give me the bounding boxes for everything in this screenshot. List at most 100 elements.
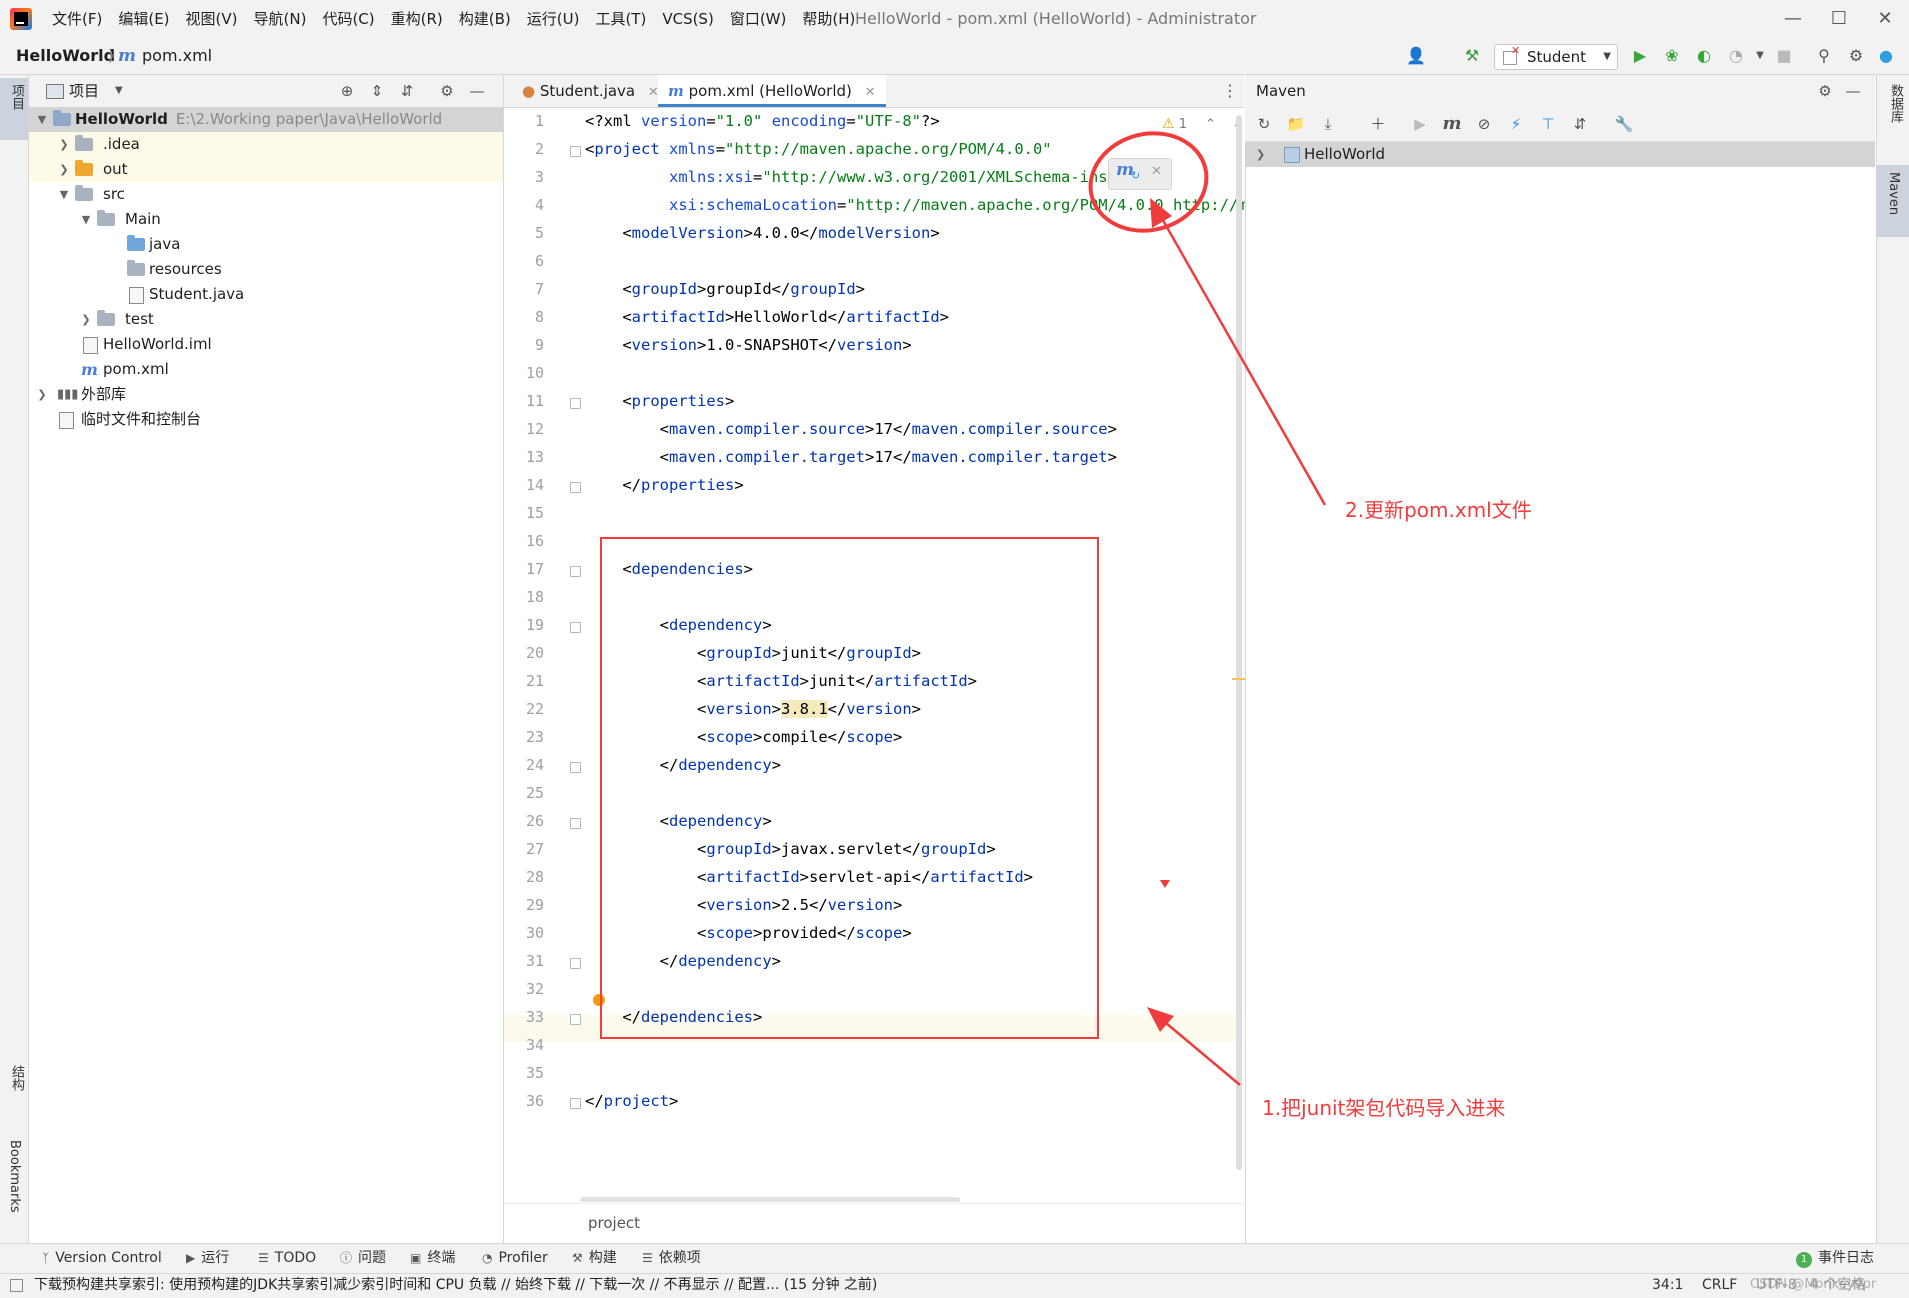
- fold-marker-icon[interactable]: [570, 398, 581, 409]
- gear-icon[interactable]: ⚙: [435, 79, 459, 103]
- tree-item-out[interactable]: ❯ out: [29, 157, 503, 182]
- jetbrains-toolbox-icon[interactable]: ●: [1874, 44, 1898, 68]
- editor-breadcrumb-project[interactable]: project: [588, 1214, 640, 1232]
- user-icon[interactable]: 👤: [1404, 44, 1428, 68]
- more-run-chevron-icon[interactable]: ▼: [1748, 44, 1772, 68]
- menu-run[interactable]: 运行(U): [519, 0, 588, 38]
- toggle-offline-icon[interactable]: ⊘: [1472, 112, 1496, 136]
- build-hammer-icon[interactable]: ⚒: [1460, 44, 1484, 68]
- profile-icon[interactable]: ◔: [1724, 44, 1748, 68]
- execute-maven-goal-icon[interactable]: m: [1440, 112, 1464, 136]
- breadcrumb-project[interactable]: HelloWorld: [16, 38, 115, 74]
- menu-tools[interactable]: 工具(T): [587, 0, 654, 38]
- status-message[interactable]: 下载预构建共享索引: 使用预构建的JDK共享索引减少索引时间和 CPU 负载 /…: [34, 1273, 877, 1297]
- fold-marker-icon[interactable]: [570, 1014, 581, 1025]
- menu-view[interactable]: 视图(V): [178, 0, 246, 38]
- menu-code[interactable]: 代码(C): [314, 0, 382, 38]
- expand-all-icon[interactable]: ⇕: [365, 79, 389, 103]
- gear-icon[interactable]: ⚙: [1813, 79, 1837, 103]
- bookmarks-tool-label[interactable]: Bookmarks: [7, 1140, 22, 1213]
- close-icon[interactable]: ✕: [865, 85, 876, 100]
- run-icon[interactable]: ▶: [1408, 112, 1432, 136]
- caret-position[interactable]: 34:1: [1652, 1273, 1683, 1297]
- menu-vcs[interactable]: VCS(S): [654, 0, 721, 38]
- chevron-up-icon[interactable]: ⌃: [1205, 117, 1216, 132]
- fold-marker-icon[interactable]: [570, 762, 581, 773]
- tree-item-pom[interactable]: m pom.xml: [29, 357, 503, 382]
- wrench-icon[interactable]: 🔧: [1612, 112, 1636, 136]
- hide-panel-icon[interactable]: —: [1841, 79, 1865, 103]
- run-configuration-select[interactable]: ✕ Student ▼: [1494, 44, 1618, 70]
- project-view-title[interactable]: 项目: [69, 75, 99, 107]
- fold-marker-icon[interactable]: [570, 566, 581, 577]
- editor-vertical-scrollbar[interactable]: [1236, 115, 1242, 1170]
- coverage-icon[interactable]: ◐: [1692, 44, 1716, 68]
- tree-item-resources[interactable]: resources: [29, 257, 503, 282]
- maven-tool-label[interactable]: Maven: [1886, 172, 1901, 215]
- terminal-tool[interactable]: ▣ 终端: [410, 1243, 455, 1273]
- menu-build[interactable]: 构建(B): [451, 0, 519, 38]
- chevron-right-icon[interactable]: ❯: [1256, 142, 1265, 167]
- tree-item-test[interactable]: ❯ test: [29, 307, 503, 332]
- gear-icon[interactable]: ⚙: [1844, 44, 1868, 68]
- tree-item-scratches[interactable]: 临时文件和控制台: [29, 407, 503, 432]
- close-window-button[interactable]: ✕: [1862, 0, 1908, 38]
- event-log-tool[interactable]: 1 事件日志: [1796, 1243, 1874, 1273]
- minimize-button[interactable]: —: [1770, 0, 1816, 38]
- fold-marker-icon[interactable]: [570, 622, 581, 633]
- tree-item-iml[interactable]: HelloWorld.iml: [29, 332, 503, 357]
- structure-tool-label[interactable]: 结构: [7, 1065, 26, 1091]
- editor-horizontal-scrollbar[interactable]: [580, 1197, 960, 1202]
- breadcrumb-file[interactable]: pom.xml: [142, 38, 212, 74]
- tree-item-student-java[interactable]: Student.java: [29, 282, 503, 307]
- search-icon[interactable]: ⚲: [1812, 44, 1836, 68]
- menu-refactor[interactable]: 重构(R): [383, 0, 451, 38]
- hide-panel-icon[interactable]: —: [465, 79, 489, 103]
- skip-tests-icon[interactable]: ⚡: [1504, 112, 1528, 136]
- fold-marker-icon[interactable]: [570, 482, 581, 493]
- project-tool-label[interactable]: 项目: [7, 84, 26, 110]
- fold-marker-icon[interactable]: [570, 146, 581, 157]
- more-tabs-icon[interactable]: ⋮: [1222, 75, 1238, 107]
- maximize-button[interactable]: ☐: [1816, 0, 1862, 38]
- build-tool[interactable]: ⚒ 构建: [572, 1243, 617, 1273]
- tab-student-java[interactable]: ● Student.java ✕: [512, 75, 669, 107]
- fold-marker-icon[interactable]: [570, 1098, 581, 1109]
- show-dependencies-icon[interactable]: ⊤: [1536, 112, 1560, 136]
- fold-marker-icon[interactable]: [570, 818, 581, 829]
- menu-window[interactable]: 窗口(W): [722, 0, 795, 38]
- run-icon[interactable]: ▶: [1628, 44, 1652, 68]
- reload-icon[interactable]: ↻: [1252, 112, 1276, 136]
- fold-marker-icon[interactable]: [570, 958, 581, 969]
- tree-item-external-libraries[interactable]: ❯ ▮▮▮ 外部库: [29, 382, 503, 407]
- menu-file[interactable]: 文件(F): [44, 0, 110, 38]
- chevron-down-icon[interactable]: ▼: [115, 75, 123, 107]
- run-tool[interactable]: ▶ 运行: [186, 1243, 229, 1273]
- collapse-all-icon[interactable]: ⇵: [395, 79, 419, 103]
- add-maven-project-icon[interactable]: 📁: [1284, 112, 1308, 136]
- tree-item-idea[interactable]: ❯ .idea: [29, 132, 503, 157]
- tree-item-src[interactable]: ▼ src: [29, 182, 503, 207]
- version-control-tool[interactable]: ᛉ Version Control: [42, 1243, 162, 1273]
- profiler-tool[interactable]: ◔ Profiler: [482, 1243, 548, 1273]
- download-icon[interactable]: ⤓: [1316, 112, 1340, 136]
- stop-icon[interactable]: ■: [1772, 44, 1796, 68]
- tree-item-main[interactable]: ▼ Main: [29, 207, 503, 232]
- collapse-all-icon[interactable]: ⇵: [1568, 112, 1592, 136]
- locate-file-icon[interactable]: ⊕: [335, 79, 359, 103]
- plus-icon[interactable]: ＋: [1366, 112, 1390, 136]
- menu-help[interactable]: 帮助(H): [794, 0, 863, 38]
- checkbox-icon[interactable]: [10, 1279, 23, 1292]
- menu-navigate[interactable]: 导航(N): [246, 0, 315, 38]
- debug-icon[interactable]: ❀: [1660, 44, 1684, 68]
- dependencies-tool[interactable]: ☰ 依赖项: [642, 1243, 701, 1273]
- tab-pom-xml[interactable]: m pom.xml (HelloWorld) ✕: [658, 75, 886, 107]
- inspection-widget[interactable]: ⚠ 1 ⌃ ⌄: [1162, 114, 1243, 135]
- tree-item-helloworld[interactable]: ▼ HelloWorld E:\2.Working paper\Java\Hell…: [29, 107, 503, 132]
- menu-edit[interactable]: 编辑(E): [110, 0, 177, 38]
- line-separator[interactable]: CRLF: [1702, 1273, 1737, 1297]
- problems-tool[interactable]: ⓘ 问题: [340, 1243, 386, 1273]
- todo-tool[interactable]: ☰ TODO: [258, 1243, 316, 1273]
- database-tool-label[interactable]: 数据库: [1886, 84, 1905, 123]
- tree-item-java[interactable]: java: [29, 232, 503, 257]
